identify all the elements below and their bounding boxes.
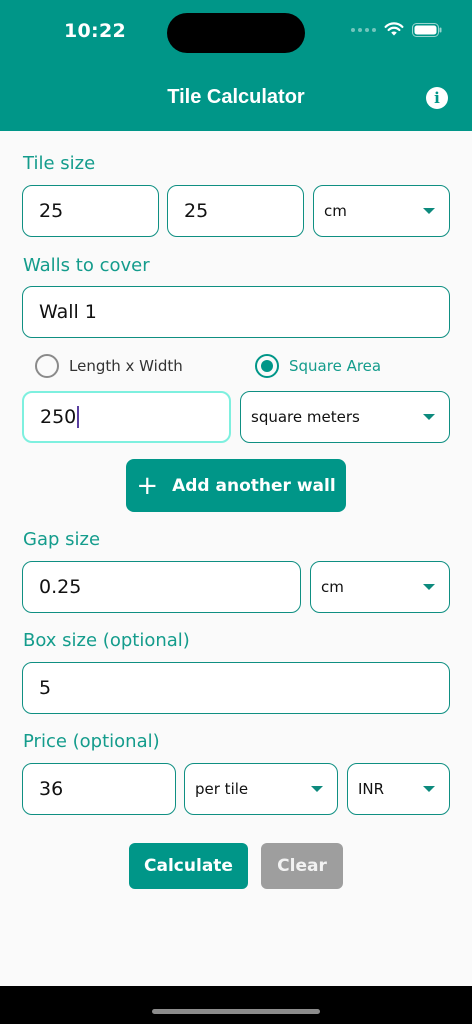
calculate-label: Calculate (144, 856, 233, 876)
tile-length-input[interactable]: 25 (22, 185, 159, 237)
tile-width-value: 25 (184, 200, 209, 222)
tile-length-value: 25 (39, 200, 64, 222)
price-per-select[interactable]: per tile (184, 763, 338, 815)
wall-name-input[interactable]: Wall 1 (22, 286, 450, 338)
tile-unit-select[interactable]: cm (313, 185, 450, 237)
dropdown-arrow-icon (423, 208, 435, 214)
dropdown-arrow-icon (423, 414, 435, 420)
dropdown-arrow-icon (311, 786, 323, 792)
radio-square-area[interactable]: Square Area (255, 354, 381, 378)
wifi-icon (384, 22, 404, 37)
gap-size-input[interactable]: 0.25 (22, 561, 301, 613)
area-unit-value: square meters (251, 408, 360, 426)
calculate-button[interactable]: Calculate (129, 843, 248, 889)
gap-unit-select[interactable]: cm (310, 561, 450, 613)
tile-width-input[interactable]: 25 (167, 185, 304, 237)
clear-button[interactable]: Clear (261, 843, 343, 889)
walls-label: Walls to cover (23, 255, 150, 276)
app-bar: 10:22 Tile Calculator i (0, 0, 472, 131)
currency-value: INR (358, 780, 385, 798)
gap-size-value: 0.25 (39, 576, 82, 598)
page-title: Tile Calculator (167, 86, 305, 108)
battery-icon (412, 22, 442, 37)
gap-size-label: Gap size (23, 529, 101, 550)
add-wall-label: Add another wall (172, 475, 336, 496)
area-value: 250 (40, 406, 77, 428)
info-icon[interactable]: i (426, 87, 448, 109)
price-value: 36 (39, 778, 64, 800)
radio-unselected-icon (35, 354, 59, 378)
radio-length-width[interactable]: Length x Width (35, 354, 183, 378)
box-size-input[interactable]: 5 (22, 662, 450, 714)
home-indicator[interactable] (152, 1009, 320, 1014)
box-size-label: Box size (optional) (23, 630, 190, 651)
price-per-value: per tile (195, 780, 249, 798)
dropdown-arrow-icon (423, 786, 435, 792)
price-input[interactable]: 36 (22, 763, 176, 815)
plus-icon: + (136, 470, 159, 501)
tile-unit-value: cm (324, 202, 347, 220)
dropdown-arrow-icon (423, 584, 435, 590)
area-unit-select[interactable]: square meters (240, 391, 450, 443)
text-caret (77, 406, 80, 428)
gap-unit-value: cm (321, 578, 344, 596)
wall-name-value: Wall 1 (39, 301, 97, 323)
radio-square-area-label: Square Area (289, 357, 382, 375)
radio-length-width-label: Length x Width (69, 357, 183, 375)
currency-select[interactable]: INR (347, 763, 450, 815)
tile-size-label: Tile size (23, 153, 96, 174)
add-wall-button[interactable]: + Add another wall (126, 459, 346, 512)
dynamic-island (167, 13, 305, 53)
box-size-value: 5 (39, 677, 52, 699)
price-label: Price (optional) (23, 731, 160, 752)
radio-selected-icon (255, 354, 279, 378)
status-icons (351, 22, 442, 37)
cellular-signal-icon (351, 27, 376, 32)
bottom-bar (0, 986, 472, 1024)
status-time: 10:22 (64, 20, 126, 42)
clear-label: Clear (277, 856, 327, 876)
area-input[interactable]: 250 (22, 391, 231, 443)
